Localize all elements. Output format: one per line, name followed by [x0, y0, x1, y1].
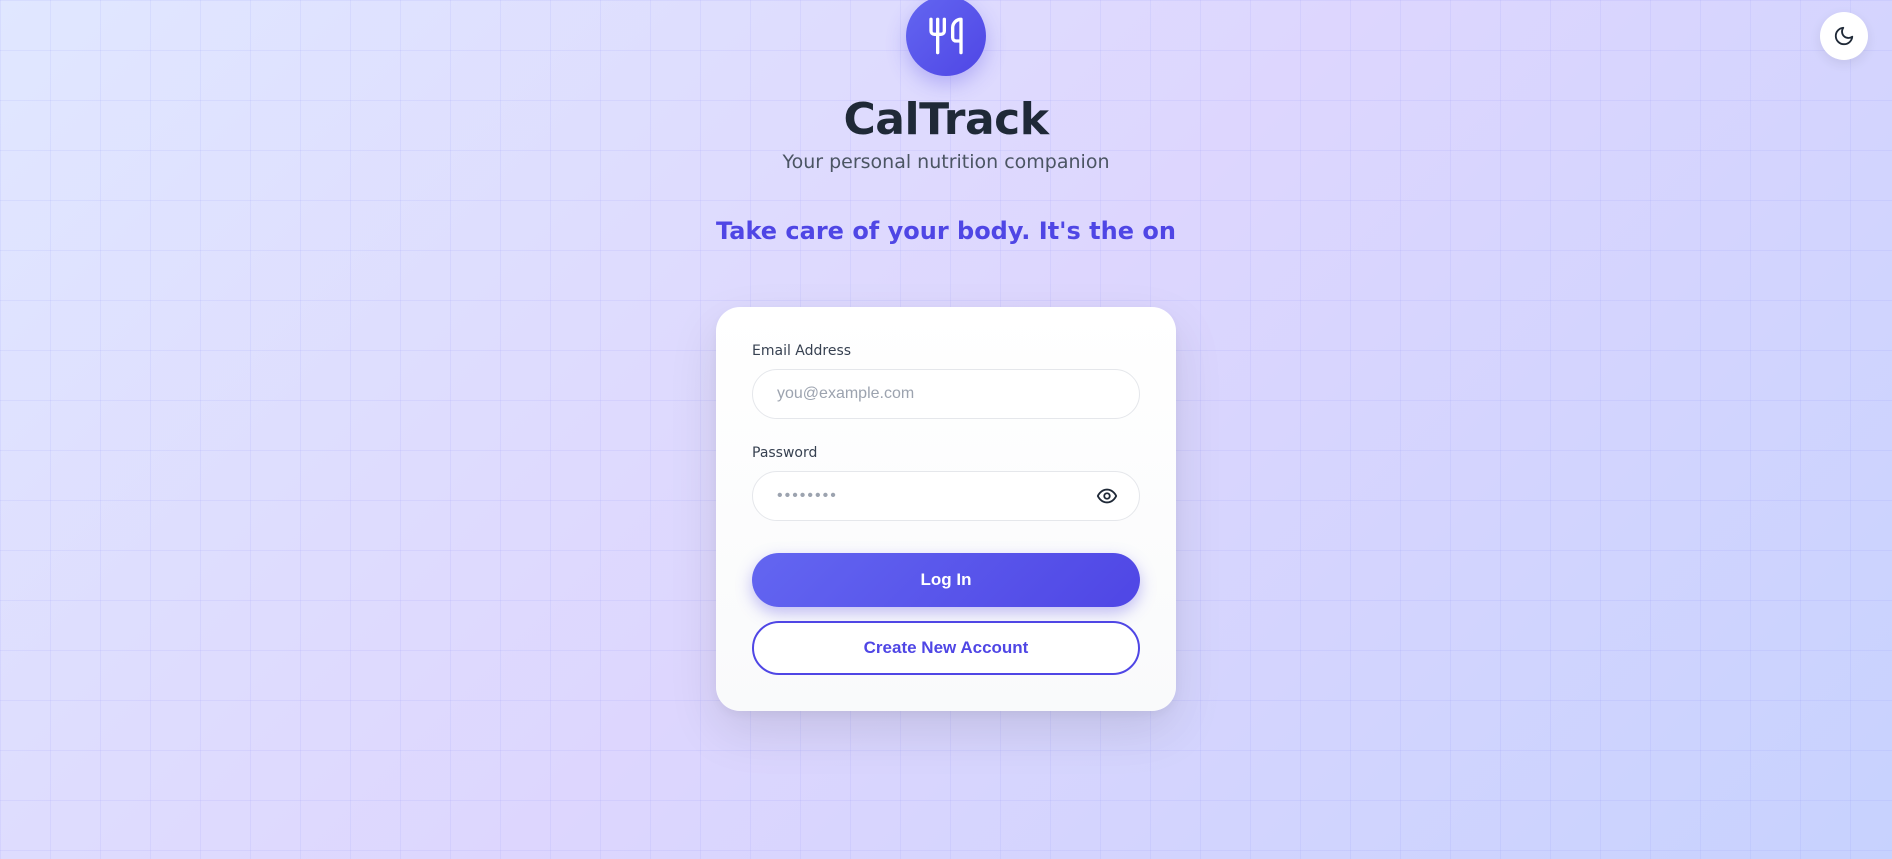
app-subtitle: Your personal nutrition companion [782, 151, 1109, 173]
app-logo [906, 0, 986, 76]
utensils-icon [926, 16, 966, 56]
theme-toggle-button[interactable] [1820, 12, 1868, 60]
password-input[interactable] [752, 471, 1140, 521]
password-input-wrapper [752, 471, 1140, 521]
login-button[interactable]: Log In [752, 553, 1140, 607]
marquee-text: Take care of your body. It's the only pl… [716, 217, 1176, 245]
login-card: Email Address Password Log In Create New… [716, 307, 1176, 711]
app-title: CalTrack [844, 94, 1049, 145]
main-container: CalTrack Your personal nutrition compani… [686, 0, 1206, 711]
email-label: Email Address [752, 343, 1140, 359]
email-input[interactable] [752, 369, 1140, 419]
eye-icon [1096, 485, 1118, 507]
marquee-container: Take care of your body. It's the only pl… [716, 217, 1176, 245]
create-account-button[interactable]: Create New Account [752, 621, 1140, 675]
moon-icon [1833, 25, 1855, 47]
email-input-wrapper [752, 369, 1140, 419]
toggle-password-visibility-button[interactable] [1092, 481, 1122, 511]
password-label: Password [752, 445, 1140, 461]
